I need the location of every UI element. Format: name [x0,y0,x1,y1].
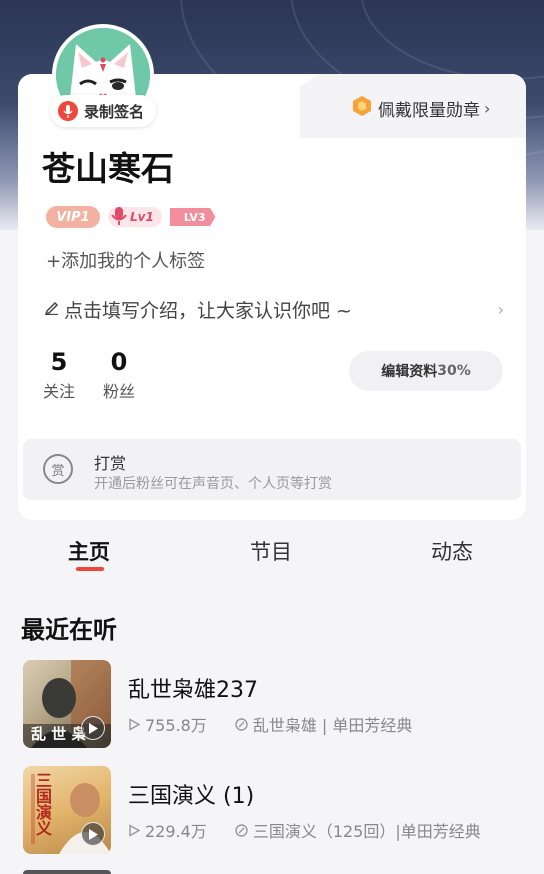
reward-row[interactable]: 赏 打赏 开通后粉丝可在声音页、个人页等打赏 [23,439,521,500]
tab-activity[interactable]: 动态 [431,536,473,566]
play-count-icon [128,823,140,837]
reward-icon: 赏 [43,454,73,484]
edit-profile-label: 编辑资料 [381,364,438,380]
album-icon [235,823,248,837]
album-icon [235,717,248,731]
intro-text: 点击填写介绍，让大家认识你吧 ~ [64,299,352,322]
microphone-icon [58,101,78,121]
play-icon[interactable] [81,822,105,846]
play-count-icon [128,717,140,731]
cover-title: 乱 世 枭 [31,725,87,743]
fans-count: 0 [110,348,128,376]
wear-medal-link[interactable]: 佩戴限量勋章 › [352,95,490,121]
tab-home[interactable]: 主页 [68,536,110,566]
next-item-peek [23,870,111,874]
reward-description: 开通后粉丝可在声音页、个人页等打赏 [94,476,332,492]
nickname: 苍山寒石 [42,149,174,188]
vip-badge[interactable]: VIP1 [46,206,100,228]
recent-title: 最近在听 [21,616,117,644]
chevron-right-icon: › [497,299,504,319]
track-meta: 755.8万 乱世枭雄 | 单田芳经典 [128,712,412,736]
record-signature-button[interactable]: 录制签名 [50,95,156,127]
play-icon[interactable] [81,716,105,740]
track-title: 三国演义 (1) [128,784,255,809]
user-level-badge[interactable]: LV3 [169,208,216,226]
album-cover[interactable]: 乱 世 枭 [23,660,111,748]
list-item[interactable]: 三国演义 三国演义 (1) 229.4万 三国演义（125回）|单田芳经典 [23,766,523,854]
edit-progress: 30% [437,363,471,379]
tab-programs[interactable]: 节目 [250,536,292,566]
chevron-right-icon: › [484,98,491,118]
pencil-icon [44,299,60,319]
reward-title: 打赏 [94,454,127,473]
following-count: 5 [50,348,68,376]
following-stat[interactable]: 5 关注 [40,348,78,402]
medal-label: 佩戴限量勋章 [378,100,480,121]
fans-stat[interactable]: 0 粉丝 [100,348,138,402]
mic-badge-icon [111,207,127,225]
add-tag-link[interactable]: +添加我的个人标签 [46,247,205,273]
play-count: 755.8万 [145,716,207,735]
following-label: 关注 [42,382,75,401]
track-title: 乱世枭雄237 [128,678,258,703]
fans-label: 粉丝 [102,382,135,401]
anchor-level-badge[interactable]: Lv1 [108,207,162,227]
edit-profile-button[interactable]: 编辑资料 30% [349,351,503,391]
track-meta: 229.4万 三国演义（125回）|单田芳经典 [128,818,481,842]
record-signature-label: 录制签名 [84,102,145,121]
anchor-level-label: Lv1 [130,210,154,224]
medal-icon [352,95,372,121]
album-name[interactable]: 三国演义（125回）|单田芳经典 [253,818,481,842]
play-count: 229.4万 [145,822,207,841]
badge-row: VIP1 Lv1 LV3 [46,206,216,228]
album-name[interactable]: 乱世枭雄 | 单田芳经典 [253,712,413,736]
active-tab-indicator [76,567,104,571]
intro-row[interactable]: 点击填写介绍，让大家认识你吧 ~ › [44,294,504,324]
album-cover[interactable]: 三国演义 [23,766,111,854]
list-item[interactable]: 乱 世 枭 乱世枭雄237 755.8万 乱世枭雄 | 单田芳经典 [23,660,523,748]
cover-title: 三国演义 [33,772,52,836]
